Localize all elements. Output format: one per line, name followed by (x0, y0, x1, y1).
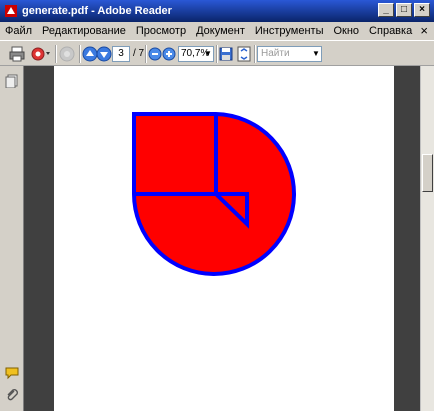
page-number-input[interactable]: 3 (112, 46, 130, 62)
menu-edit[interactable]: Редактирование (37, 22, 131, 40)
menu-tools[interactable]: Инструменты (250, 22, 329, 40)
document-close-icon[interactable]: × (420, 23, 428, 38)
disabled-icon (59, 46, 75, 62)
menu-view[interactable]: Просмотр (131, 22, 191, 40)
attachment-icon[interactable] (5, 388, 19, 402)
page-down-icon[interactable] (96, 45, 112, 63)
pages-icon[interactable] (5, 74, 19, 88)
title-bar: generate.pdf - Adobe Reader _ □ × (0, 0, 434, 22)
fit-page-icon[interactable] (237, 45, 251, 63)
pdf-page (54, 66, 394, 411)
minimize-button[interactable]: _ (378, 3, 394, 17)
menu-file[interactable]: Файл (0, 22, 37, 40)
close-button[interactable]: × (414, 3, 430, 17)
comment-icon[interactable] (5, 366, 19, 380)
print-icon[interactable] (8, 45, 26, 63)
zoom-in-icon[interactable] (162, 45, 176, 63)
vertical-scrollbar[interactable] (420, 66, 434, 411)
app-window: generate.pdf - Adobe Reader _ □ × Файл Р… (0, 0, 434, 411)
chevron-down-icon[interactable]: ▼ (204, 49, 212, 58)
share-icon[interactable] (30, 45, 52, 63)
menu-window[interactable]: Окно (328, 22, 364, 40)
red-shape-figure (132, 112, 296, 276)
window-title: generate.pdf - Adobe Reader (22, 5, 172, 17)
navigation-panel (0, 66, 24, 411)
page-total: / 7 (133, 48, 145, 59)
search-options-chevron-icon[interactable]: ▼ (312, 49, 320, 58)
menu-document[interactable]: Документ (191, 22, 250, 40)
scrollbar-thumb[interactable] (422, 154, 433, 192)
document-view[interactable] (24, 66, 420, 411)
maximize-button[interactable]: □ (396, 3, 412, 17)
window-controls: _ □ × (378, 3, 430, 17)
toolbar: 3 / 7 70,7% ▼ Найти ▼ (0, 40, 434, 66)
menu-help[interactable]: Справка (364, 22, 417, 40)
adobe-reader-icon (5, 5, 17, 17)
zoom-out-icon[interactable] (148, 45, 162, 63)
menu-bar: Файл Редактирование Просмотр Документ Ин… (0, 22, 434, 40)
save-icon[interactable] (219, 45, 233, 63)
